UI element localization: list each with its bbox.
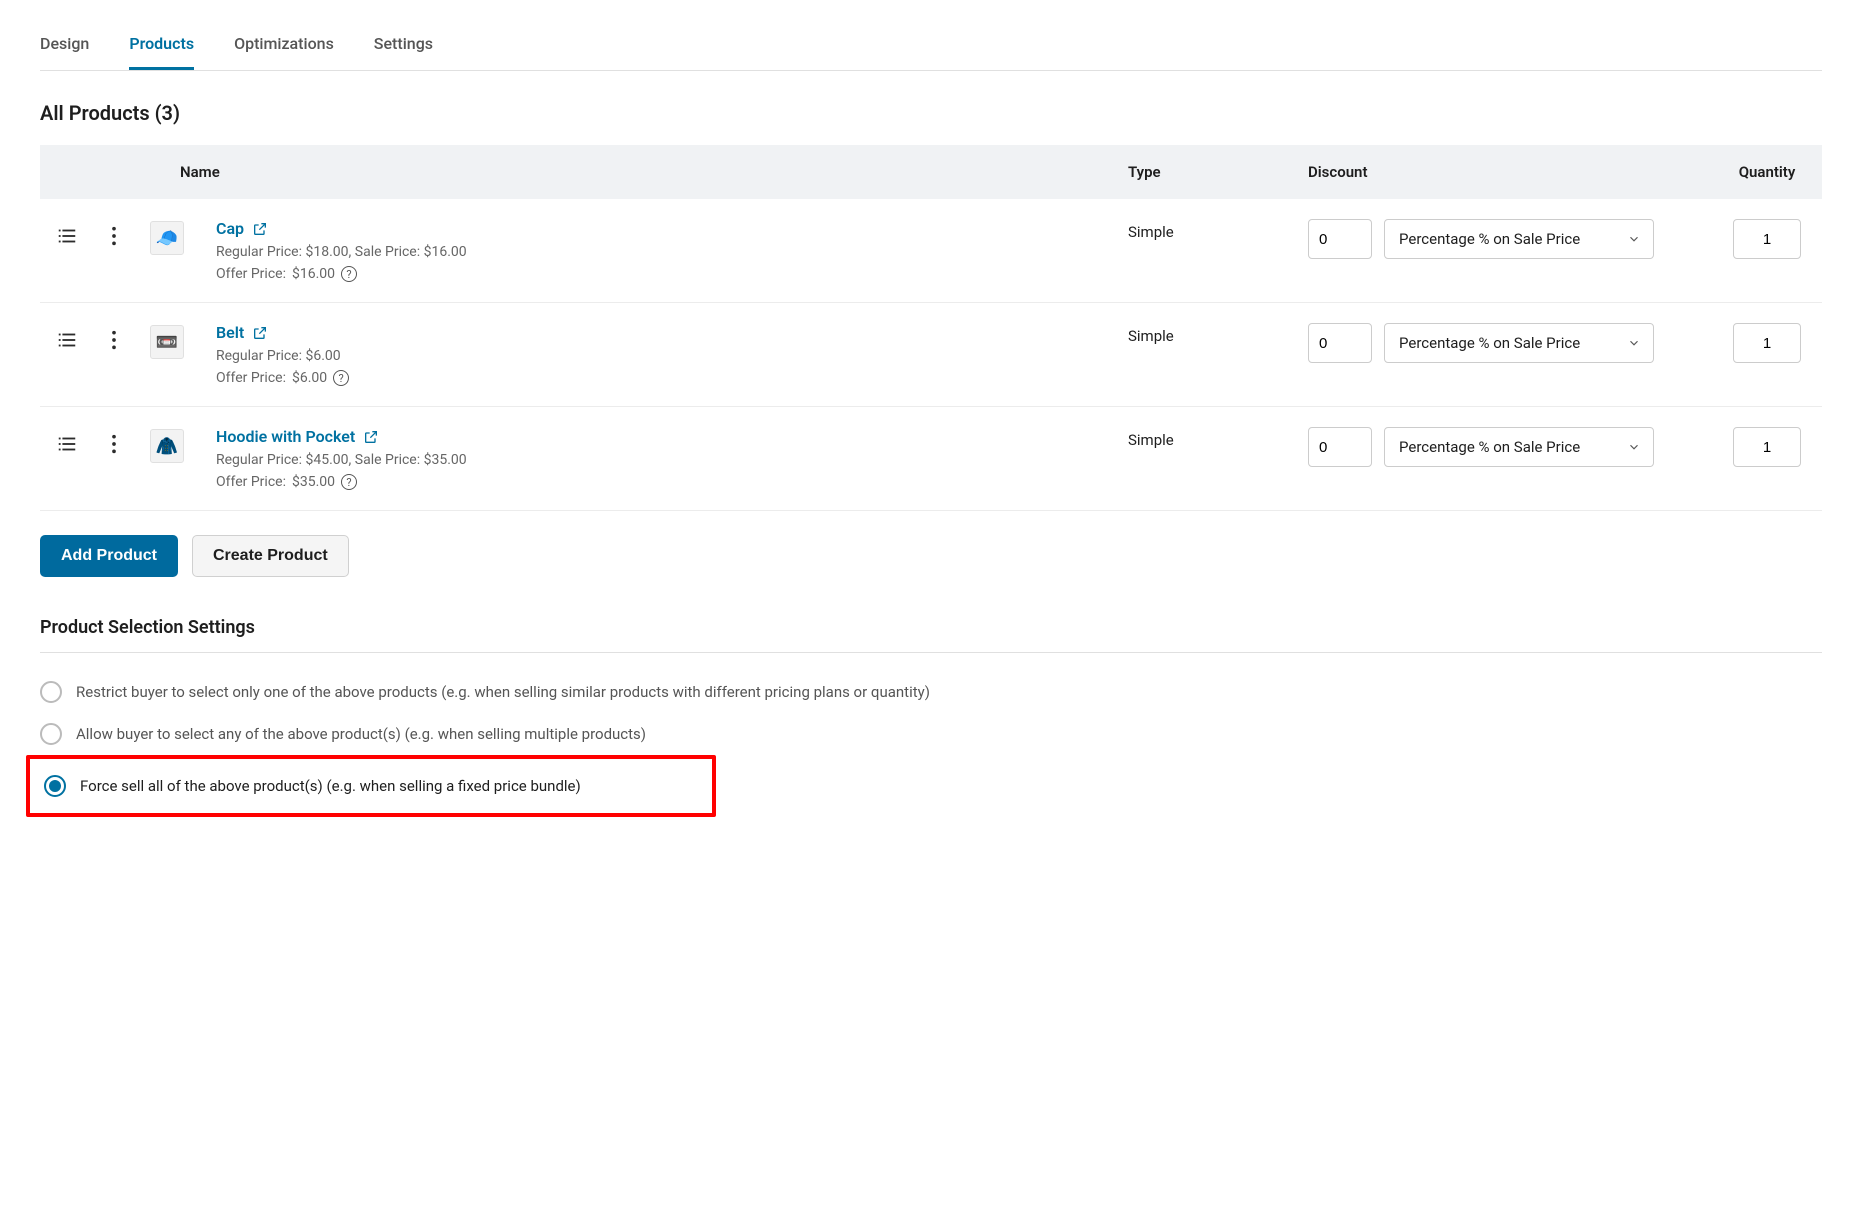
discount-type-select[interactable]: Percentage % on Sale Price (1384, 427, 1654, 467)
price-sale-value: $35.00 (424, 452, 467, 468)
price-line-2: Offer Price: $35.00 ? (216, 474, 1096, 490)
tab-optimizations[interactable]: Optimizations (234, 20, 334, 70)
price-line-2: Offer Price: $16.00 ? (216, 266, 1096, 282)
tab-bar: Design Products Optimizations Settings (40, 20, 1822, 71)
price-line-2: Offer Price: $6.00 ? (216, 370, 1096, 386)
radio-icon (40, 723, 62, 745)
tab-settings[interactable]: Settings (374, 20, 433, 70)
discount-type-select[interactable]: Percentage % on Sale Price (1384, 323, 1654, 363)
discount-type-label: Percentage % on Sale Price (1399, 334, 1580, 352)
radio-option[interactable]: Restrict buyer to select only one of the… (40, 671, 1822, 713)
external-link-icon[interactable] (363, 429, 379, 445)
row-menu-icon[interactable] (111, 339, 117, 355)
cell-type: Simple (1112, 407, 1292, 511)
drag-handle-icon[interactable] (56, 443, 78, 459)
quantity-input[interactable] (1733, 323, 1801, 363)
help-icon[interactable]: ? (333, 370, 349, 386)
discount-type-label: Percentage % on Sale Price (1399, 230, 1580, 248)
radio-label: Allow buyer to select any of the above p… (76, 725, 646, 743)
radio-label: Force sell all of the above product(s) (… (80, 777, 581, 795)
discount-type-select[interactable]: Percentage % on Sale Price (1384, 219, 1654, 259)
price-offer-value: $16.00 (292, 266, 335, 282)
external-link-icon[interactable] (252, 221, 268, 237)
radio-option[interactable]: Force sell all of the above product(s) (… (40, 765, 702, 807)
radio-icon (40, 681, 62, 703)
settings-title: Product Selection Settings (40, 617, 1822, 653)
price-sale-label: Sale Price: (355, 244, 420, 260)
thumbnail: 🧥 (150, 429, 184, 463)
chevron-down-icon (1627, 440, 1641, 454)
help-icon[interactable]: ? (341, 474, 357, 490)
price-regular-value: $18.00 (305, 244, 348, 260)
price-offer-value: $35.00 (292, 474, 335, 490)
discount-value-input[interactable] (1308, 427, 1372, 467)
th-name: Name (40, 145, 1112, 199)
add-product-button[interactable]: Add Product (40, 535, 178, 577)
price-offer-label: Offer Price: (216, 266, 286, 282)
product-link[interactable]: Hoodie with Pocket (216, 427, 355, 446)
table-row: 🧢 Cap Regular Price: $18.00, Sale Price:… (40, 199, 1822, 303)
price-regular-label: Regular Price: (216, 244, 302, 260)
quantity-input[interactable] (1733, 219, 1801, 259)
price-offer-label: Offer Price: (216, 474, 286, 490)
radio-label: Restrict buyer to select only one of the… (76, 683, 930, 701)
cell-type: Simple (1112, 303, 1292, 407)
discount-value-input[interactable] (1308, 219, 1372, 259)
cell-type: Simple (1112, 199, 1292, 303)
products-table: Name Type Discount Quantity 🧢 Cap Regula… (40, 145, 1822, 511)
th-discount: Discount (1292, 145, 1712, 199)
radio-icon (44, 775, 66, 797)
th-type: Type (1112, 145, 1292, 199)
section-title: All Products (3) (40, 101, 1822, 125)
chevron-down-icon (1627, 232, 1641, 246)
table-row: 🧥 Hoodie with Pocket Regular Price: $45.… (40, 407, 1822, 511)
price-offer-value: $6.00 (292, 370, 327, 386)
thumbnail: 📼 (150, 325, 184, 359)
price-regular-value: $6.00 (305, 348, 340, 364)
quantity-input[interactable] (1733, 427, 1801, 467)
table-header-row: Name Type Discount Quantity (40, 145, 1822, 199)
table-row: 📼 Belt Regular Price: $6.00 Offer Price:… (40, 303, 1822, 407)
row-menu-icon[interactable] (111, 443, 117, 459)
price-sale-label: Sale Price: (355, 452, 420, 468)
buttons-row: Add Product Create Product (40, 535, 1822, 577)
price-line-1: Regular Price: $18.00, Sale Price: $16.0… (216, 244, 1096, 260)
th-quantity: Quantity (1712, 145, 1822, 199)
product-link[interactable]: Belt (216, 323, 244, 342)
chevron-down-icon (1627, 336, 1641, 350)
price-regular-label: Regular Price: (216, 452, 302, 468)
price-line-1: Regular Price: $45.00, Sale Price: $35.0… (216, 452, 1096, 468)
product-link[interactable]: Cap (216, 219, 244, 238)
price-regular-value: $45.00 (305, 452, 348, 468)
price-offer-label: Offer Price: (216, 370, 286, 386)
drag-handle-icon[interactable] (56, 235, 78, 251)
highlight-box: Force sell all of the above product(s) (… (26, 755, 716, 817)
tab-products[interactable]: Products (129, 20, 194, 70)
discount-type-label: Percentage % on Sale Price (1399, 438, 1580, 456)
price-sale-value: $16.00 (424, 244, 467, 260)
drag-handle-icon[interactable] (56, 339, 78, 355)
thumbnail: 🧢 (150, 221, 184, 255)
radio-option[interactable]: Allow buyer to select any of the above p… (40, 713, 1822, 755)
external-link-icon[interactable] (252, 325, 268, 341)
discount-value-input[interactable] (1308, 323, 1372, 363)
price-regular-label: Regular Price: (216, 348, 302, 364)
radio-group: Restrict buyer to select only one of the… (40, 671, 1822, 817)
help-icon[interactable]: ? (341, 266, 357, 282)
row-menu-icon[interactable] (111, 235, 117, 251)
price-line-1: Regular Price: $6.00 (216, 348, 1096, 364)
tab-design[interactable]: Design (40, 20, 89, 70)
create-product-button[interactable]: Create Product (192, 535, 349, 577)
